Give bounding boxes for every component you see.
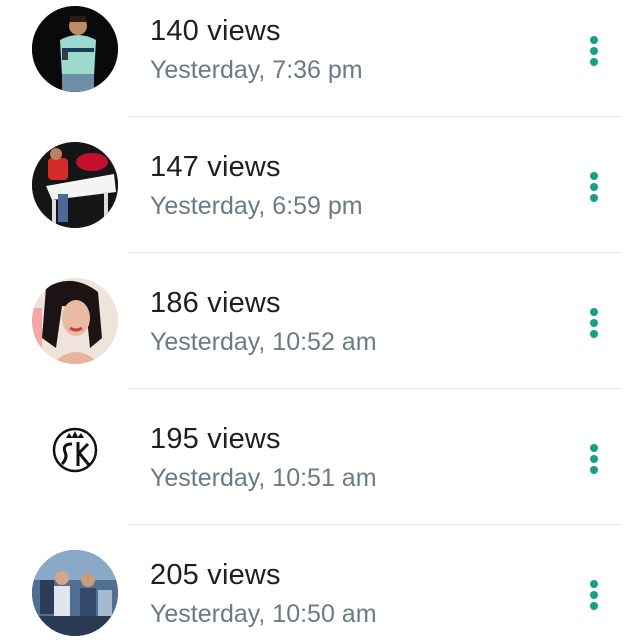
menu-dot [590, 444, 598, 452]
menu-dot [590, 183, 598, 191]
menu-dot [590, 466, 598, 474]
more-options-icon[interactable] [578, 442, 610, 486]
status-row[interactable]: 205 views Yesterday, 10:50 am [0, 524, 640, 640]
status-row[interactable]: 140 views Yesterday, 7:36 pm [0, 0, 640, 116]
status-row[interactable]: 186 views Yesterday, 10:52 am [0, 252, 640, 388]
status-king-logo-icon[interactable] [32, 414, 118, 500]
menu-dot [590, 58, 598, 66]
menu-dot [590, 36, 598, 44]
view-count: 205 views [150, 559, 281, 591]
status-timestamp: Yesterday, 10:52 am [150, 328, 377, 356]
view-count: 147 views [150, 151, 281, 183]
view-count: 195 views [150, 423, 281, 455]
menu-dot [590, 194, 598, 202]
more-options-icon[interactable] [578, 170, 610, 214]
menu-dot [590, 591, 598, 599]
view-count: 140 views [150, 15, 281, 47]
menu-dot [590, 319, 598, 327]
menu-dot [590, 455, 598, 463]
woman-portrait-icon[interactable] [32, 278, 118, 364]
status-timestamp: Yesterday, 10:51 am [150, 464, 377, 492]
more-options-icon[interactable] [578, 34, 610, 78]
person-photo-icon[interactable] [32, 6, 118, 92]
status-row[interactable]: 147 views Yesterday, 6:59 pm [0, 116, 640, 252]
menu-dot [590, 330, 598, 338]
more-options-icon[interactable] [578, 306, 610, 350]
more-options-icon[interactable] [578, 578, 610, 622]
group-photo-icon[interactable] [32, 550, 118, 636]
status-timestamp: Yesterday, 7:36 pm [150, 56, 363, 84]
menu-dot [590, 308, 598, 316]
status-views-list: 140 views Yesterday, 7:36 pm 147 views Y… [0, 0, 640, 640]
menu-dot [590, 602, 598, 610]
menu-dot [590, 47, 598, 55]
menu-dot [590, 172, 598, 180]
view-count: 186 views [150, 287, 281, 319]
status-timestamp: Yesterday, 6:59 pm [150, 192, 363, 220]
person-with-table-icon[interactable] [32, 142, 118, 228]
menu-dot [590, 580, 598, 588]
status-timestamp: Yesterday, 10:50 am [150, 600, 377, 628]
status-row[interactable]: 195 views Yesterday, 10:51 am [0, 388, 640, 524]
